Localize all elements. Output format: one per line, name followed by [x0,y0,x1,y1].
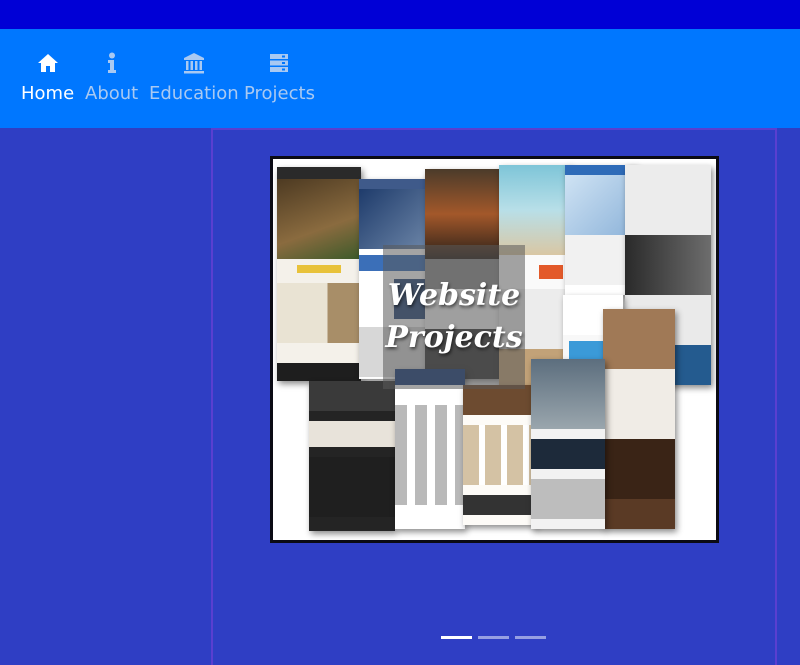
home-icon [37,51,59,75]
nav-item-home[interactable]: Home [21,51,74,111]
carousel-indicator[interactable] [478,636,509,639]
institution-icon [183,51,205,75]
nav-item-about[interactable]: About [85,51,138,111]
nav-label-projects: Projects [244,83,315,104]
server-icon [268,51,290,75]
nav-label-education: Education [149,83,239,104]
carousel-slide[interactable]: Website Projects [270,156,719,543]
info-icon [101,51,123,75]
carousel-indicator[interactable] [441,636,472,639]
nav-item-education[interactable]: Education [149,51,239,111]
carousel-indicator[interactable] [515,636,546,639]
carousel-indicators [441,636,546,639]
slide-caption-box: Website Projects [383,245,525,389]
slide-caption-line1: Website [387,278,521,313]
slide-caption-line2: Projects [385,320,523,355]
navbar: Home About Education Projects [0,29,800,128]
nav-label-about: About [85,83,139,104]
top-bar [0,0,800,29]
nav-label-home: Home [21,83,75,104]
nav-item-projects[interactable]: Projects [244,51,315,111]
